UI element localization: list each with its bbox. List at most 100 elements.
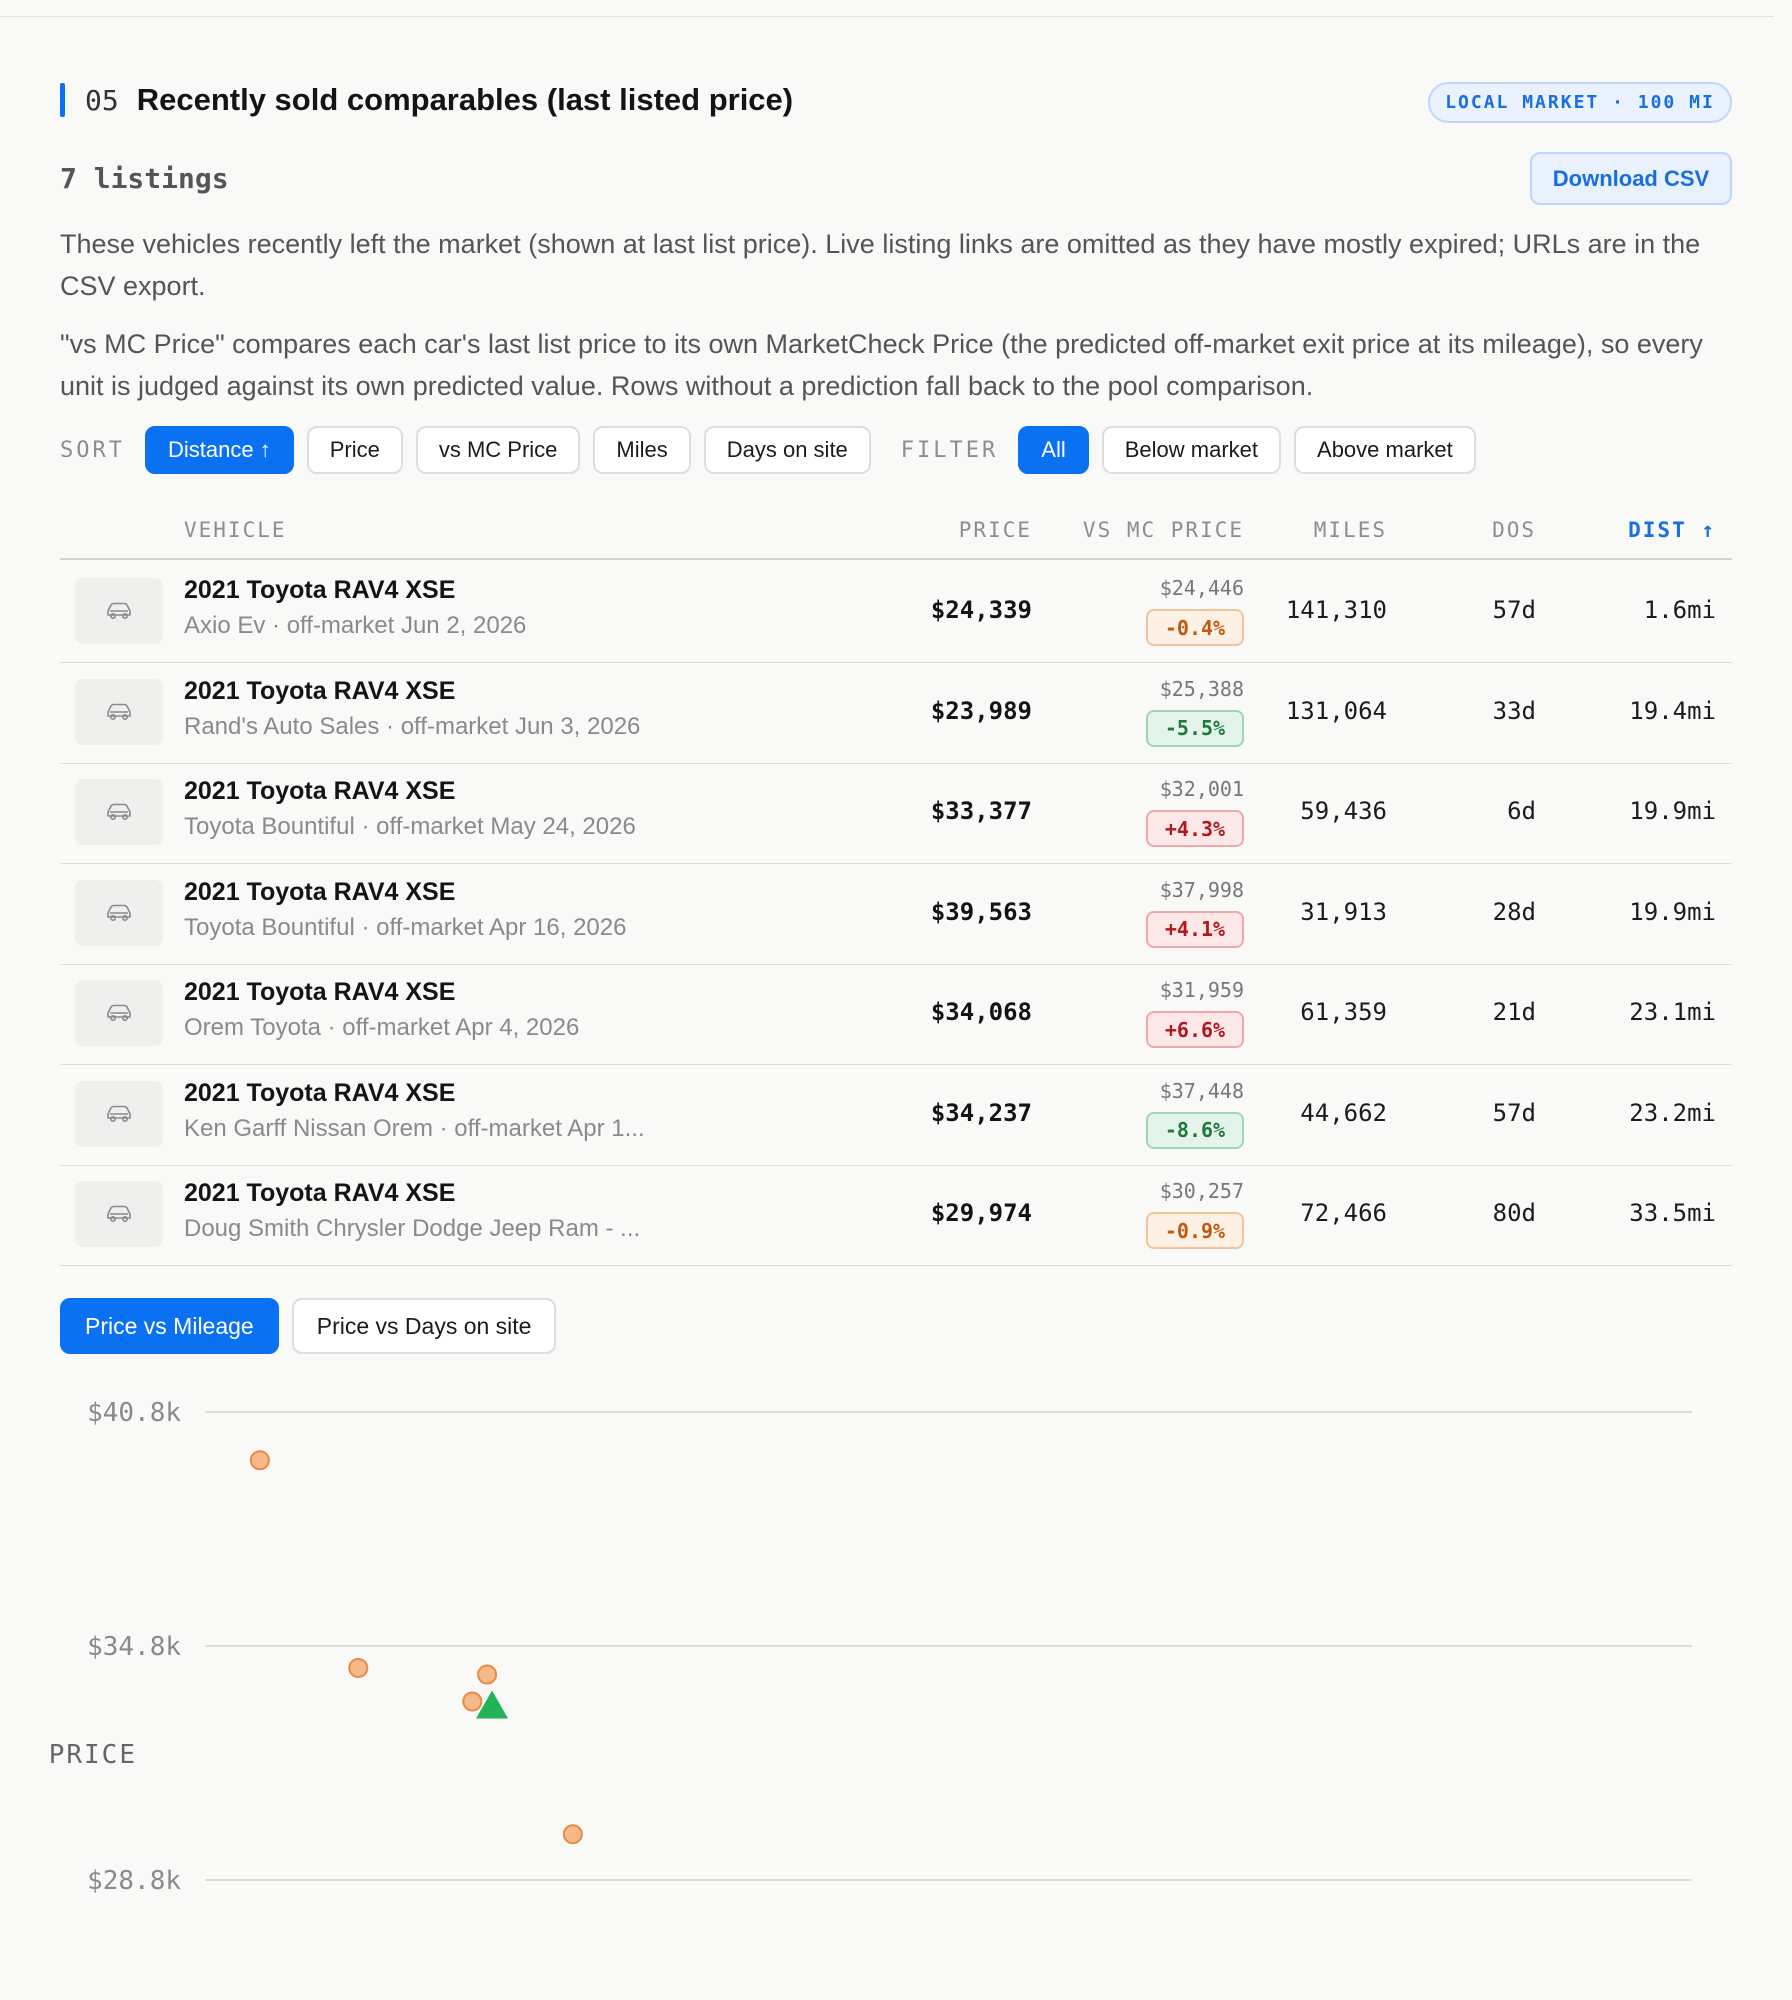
mc-price: $32,001: [1159, 777, 1244, 801]
days-on-site-value: 57d: [1492, 596, 1536, 624]
section-accent-bar: [60, 83, 65, 117]
listing-count: 7 listings: [60, 162, 229, 195]
distance-value: 1.6mi: [1643, 596, 1716, 624]
vehicle-thumbnail: [75, 779, 163, 845]
vehicle-name: 2021 Toyota RAV4 XSE: [184, 978, 456, 1006]
car-icon: [107, 1105, 131, 1122]
distance-value: 19.9mi: [1629, 797, 1716, 825]
table-row[interactable]: 2021 Toyota RAV4 XSE Ken Garff Nissan Ore…: [60, 1065, 1732, 1166]
table-row[interactable]: 2021 Toyota RAV4 XSE Rand's Auto Sales · …: [60, 663, 1732, 764]
vehicle-name: 2021 Toyota RAV4 XSE: [184, 877, 456, 906]
sort-price-button[interactable]: Price: [306, 426, 403, 474]
sort-distance-button[interactable]: Distance ↑: [144, 426, 294, 474]
list-price: $29,974: [930, 1199, 1032, 1227]
dealer-and-date: Orem Toyota · off-market Apr 4, 2026: [184, 1014, 580, 1041]
miles-value: 72,466: [1300, 1199, 1387, 1227]
list-price: $39,563: [930, 897, 1032, 926]
car-icon: [107, 803, 131, 821]
tab-price-vs-mileage[interactable]: Price vs Mileage: [60, 1298, 279, 1354]
distance-value: 19.4mi: [1629, 696, 1716, 725]
dealer-and-date: Toyota Bountiful · off-market Apr 16, 20…: [184, 913, 627, 941]
download-csv-button[interactable]: Download CSV: [1530, 152, 1732, 205]
chart-tabs: Price vs Mileage Price vs Days on site: [60, 1298, 569, 1354]
vehicle-thumbnail: [75, 678, 163, 745]
mc-price: $31,959: [1159, 978, 1244, 1002]
sort-days-on-site-button[interactable]: Days on site: [703, 426, 871, 474]
list-price: $24,339: [930, 596, 1032, 624]
mc-delta-badge: +6.6%: [1146, 1011, 1244, 1048]
mc-delta-badge: -0.4%: [1146, 609, 1244, 646]
mc-delta-badge: +4.1%: [1146, 910, 1244, 948]
section-title: Recently sold comparables (last listed p…: [136, 82, 794, 117]
days-on-site-value: 80d: [1492, 1199, 1536, 1227]
comparable-point[interactable]: [249, 1450, 270, 1471]
mc-price: $30,257: [1159, 1179, 1244, 1203]
table-row[interactable]: 2021 Toyota RAV4 XSE Axio Ev · off-market…: [60, 562, 1732, 663]
days-on-site-value: 33d: [1492, 696, 1536, 725]
vehicle-thumbnail: [75, 1181, 163, 1247]
list-price: $34,068: [930, 998, 1032, 1026]
y-tick-label: $28.8k: [87, 1866, 181, 1896]
mc-delta-badge: +4.3%: [1146, 810, 1244, 847]
mc-delta-badge: -8.6%: [1146, 1111, 1244, 1149]
comparable-point[interactable]: [562, 1824, 583, 1845]
mc-price: $24,446: [1159, 576, 1244, 600]
top-divider: [0, 16, 1774, 17]
car-icon: [107, 1205, 131, 1223]
mc-delta-badge: -0.9%: [1146, 1212, 1244, 1249]
local-market-badge: LOCAL MARKET · 100 MI: [1428, 82, 1732, 123]
mc-delta-badge: -5.5%: [1146, 709, 1244, 747]
mc-price: $37,998: [1159, 877, 1244, 902]
comparable-point[interactable]: [477, 1664, 498, 1685]
filter-all-button[interactable]: All: [1018, 426, 1089, 474]
table-row[interactable]: 2021 Toyota RAV4 XSE Orem Toyota · off-ma…: [60, 964, 1732, 1065]
filter-above-market-button[interactable]: Above market: [1294, 426, 1476, 474]
dealer-and-date: Axio Ev · off-market Jun 2, 2026: [184, 612, 527, 639]
distance-value: 33.5mi: [1629, 1199, 1716, 1227]
miles-value: 44,662: [1300, 1098, 1387, 1127]
distance-value: 19.9mi: [1629, 897, 1716, 926]
table-row[interactable]: 2021 Toyota RAV4 XSE Toyota Bountiful · o…: [60, 864, 1732, 965]
vehicle-thumbnail: [75, 1080, 163, 1147]
sort-label: SORT: [60, 437, 125, 463]
filter-below-market-button[interactable]: Below market: [1101, 426, 1282, 474]
distance-value: 23.1mi: [1629, 998, 1716, 1026]
vehicle-thumbnail: [75, 879, 163, 946]
column-header-dist[interactable]: DIST ↑: [1628, 518, 1716, 542]
column-header-vs-mc-price[interactable]: VS MC PRICE: [1083, 518, 1244, 542]
y-axis-label: PRICE: [49, 1740, 137, 1770]
table-row[interactable]: 2021 Toyota RAV4 XSE Doug Smith Chrysler …: [60, 1165, 1732, 1266]
vehicle-name: 2021 Toyota RAV4 XSE: [184, 576, 456, 604]
comparable-point[interactable]: [462, 1691, 483, 1712]
column-header-miles[interactable]: MILES: [1314, 518, 1387, 542]
column-header-dos[interactable]: DOS: [1492, 518, 1536, 542]
car-icon: [107, 703, 131, 720]
methodology-paragraph: "vs MC Price" compares each car's last l…: [60, 329, 1703, 401]
dealer-and-date: Toyota Bountiful · off-market May 24, 20…: [184, 813, 636, 840]
miles-value: 61,359: [1300, 998, 1387, 1026]
tab-price-vs-days-on-site[interactable]: Price vs Days on site: [291, 1298, 557, 1354]
vehicle-thumbnail: [75, 980, 163, 1046]
vehicle-name: 2021 Toyota RAV4 XSE: [184, 777, 456, 805]
column-header-price[interactable]: PRICE: [959, 518, 1032, 542]
days-on-site-value: 28d: [1492, 897, 1536, 926]
section-number: 05: [85, 83, 119, 117]
column-header-vehicle[interactable]: VEHICLE: [184, 518, 287, 542]
car-icon: [107, 1004, 131, 1022]
list-price: $34,237: [930, 1098, 1032, 1127]
price-scatter-chart: $40.8k $34.8k $28.8k PRICE: [49, 1398, 1692, 1896]
vehicle-name: 2021 Toyota RAV4 XSE: [184, 1078, 456, 1107]
miles-value: 59,436: [1300, 797, 1387, 825]
table-row[interactable]: 2021 Toyota RAV4 XSE Toyota Bountiful · o…: [60, 763, 1732, 864]
filter-label: FILTER: [900, 437, 999, 463]
miles-value: 131,064: [1285, 696, 1387, 725]
days-on-site-value: 21d: [1492, 998, 1536, 1026]
y-tick-label: $40.8k: [87, 1398, 181, 1428]
mc-price: $25,388: [1159, 676, 1244, 701]
sort-vs-mc-price-button[interactable]: vs MC Price: [415, 426, 581, 474]
vehicle-name: 2021 Toyota RAV4 XSE: [184, 1179, 456, 1207]
comparable-point[interactable]: [348, 1657, 369, 1678]
dealer-and-date: Doug Smith Chrysler Dodge Jeep Ram - ...: [184, 1215, 641, 1242]
sort-miles-button[interactable]: Miles: [593, 426, 691, 474]
days-on-site-value: 6d: [1507, 797, 1536, 825]
